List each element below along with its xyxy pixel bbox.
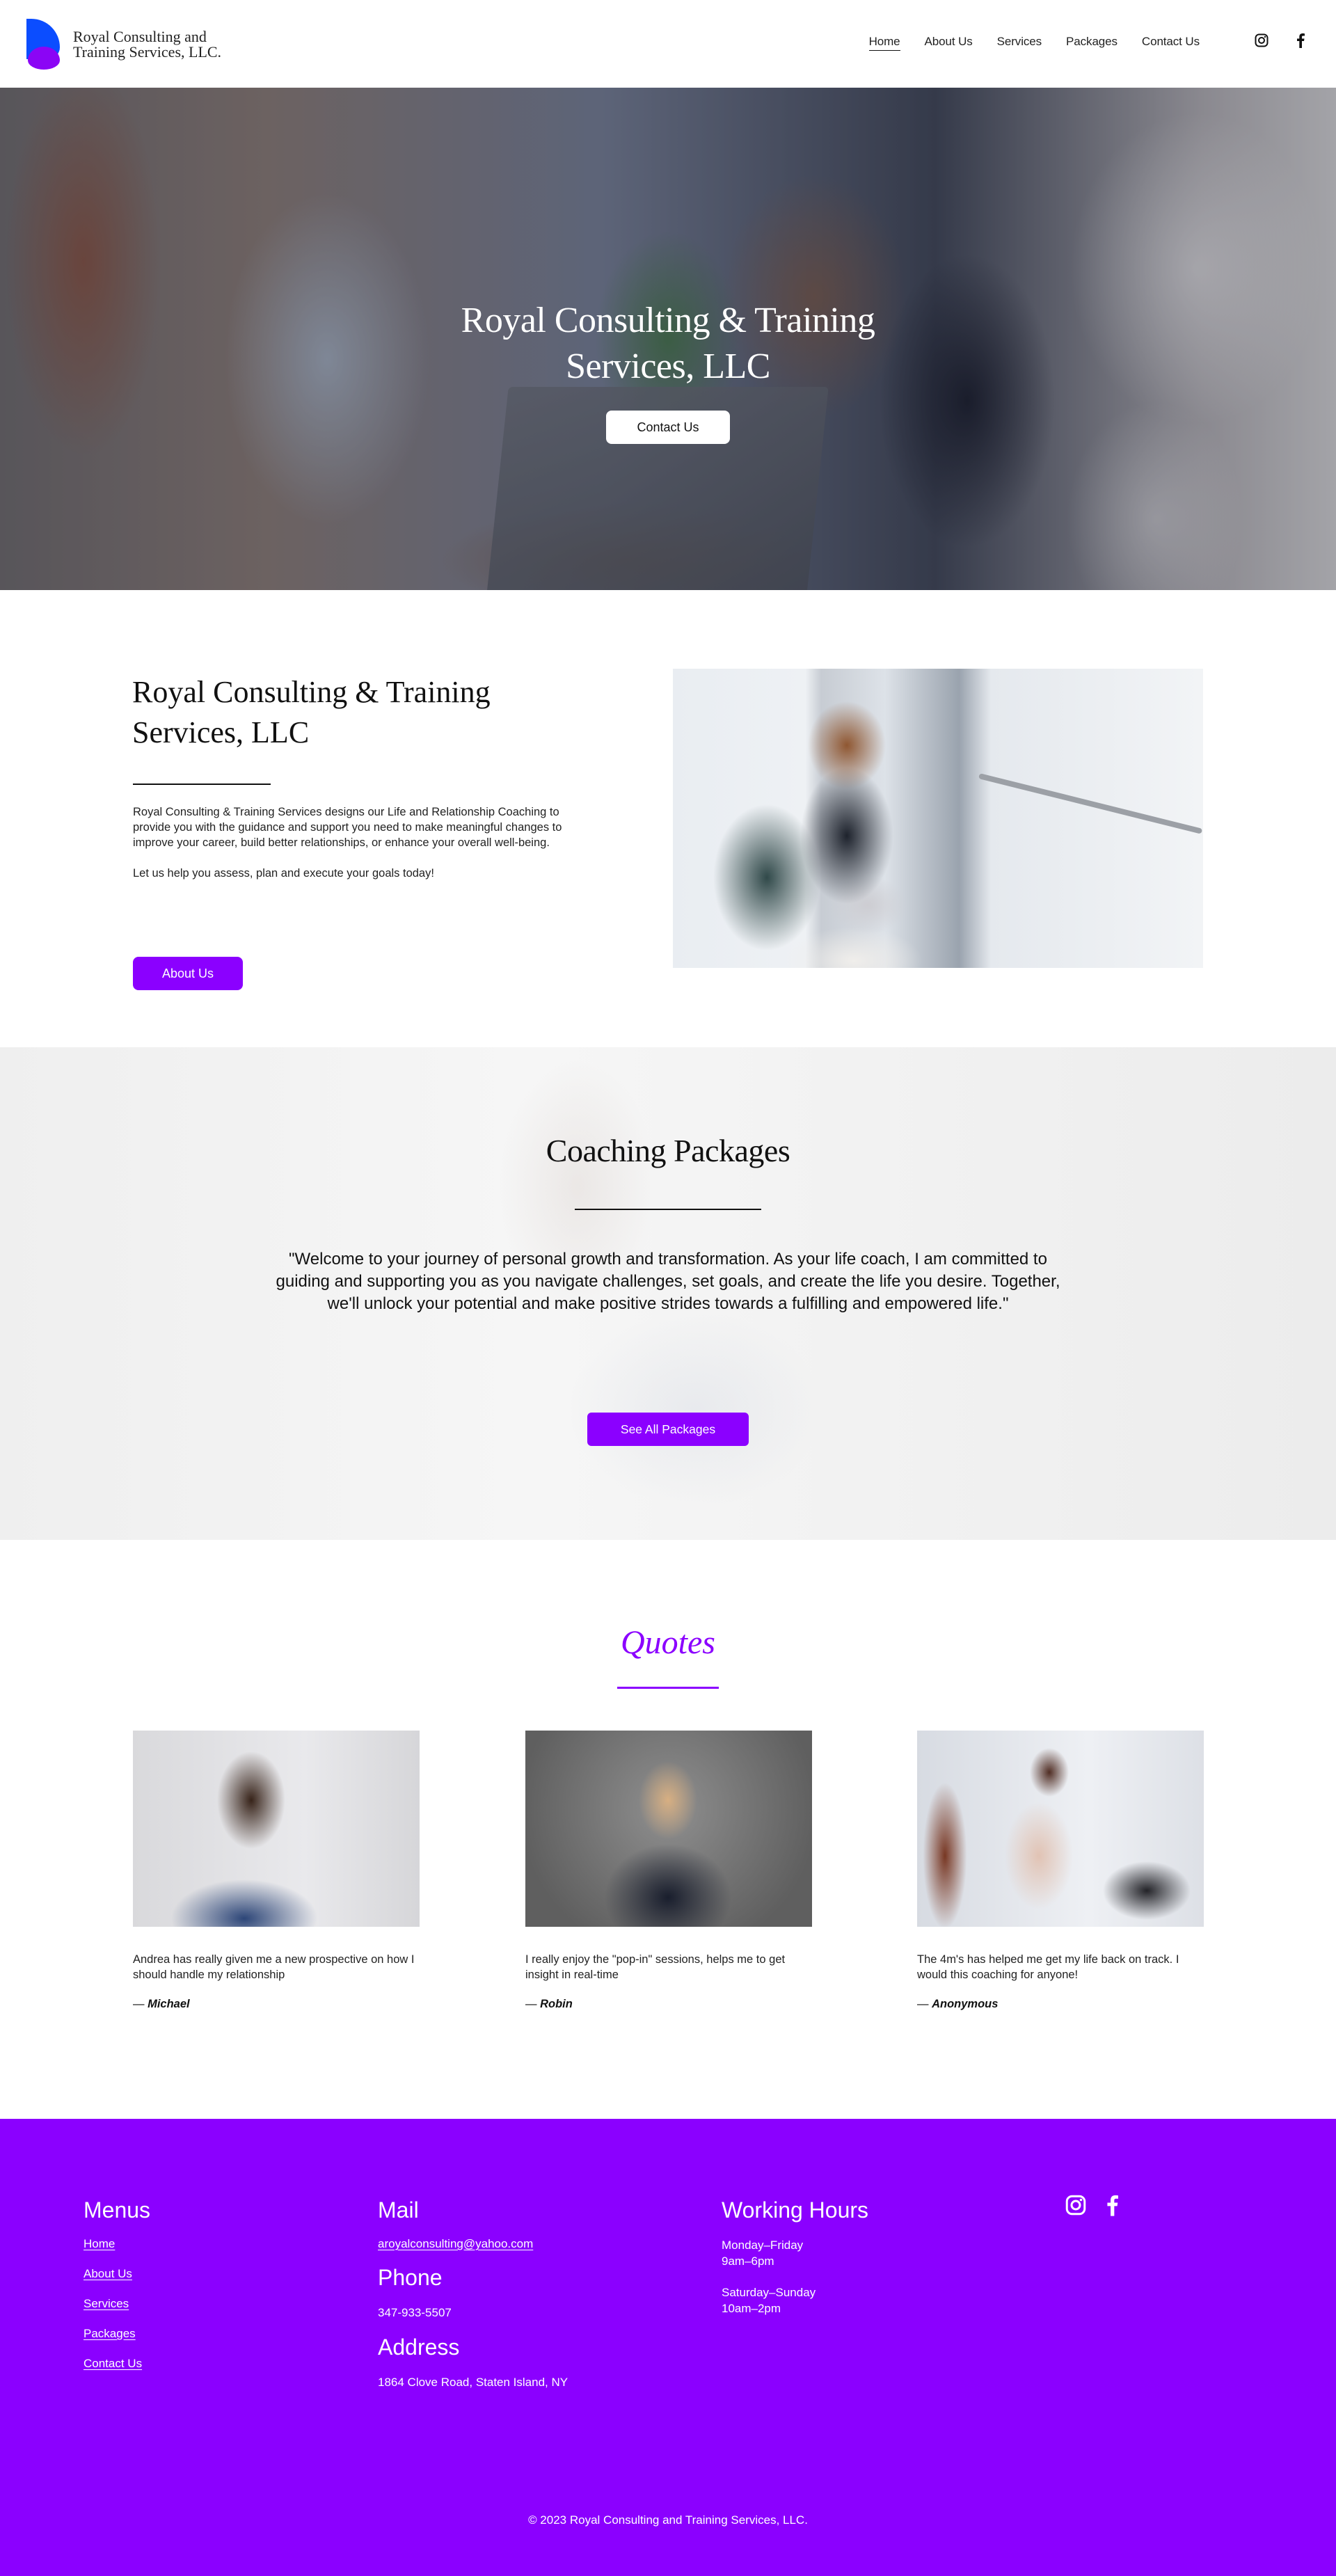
weekend-days: Saturday–Sunday (722, 2286, 816, 2299)
see-all-packages-button[interactable]: See All Packages (587, 1413, 749, 1446)
about-divider (133, 784, 271, 785)
testimonial-card: The 4m's has helped me get my life back … (917, 1731, 1204, 2011)
instagram-icon[interactable] (1065, 2193, 1087, 2217)
nav-home[interactable]: Home (868, 35, 900, 51)
testimonial-photo (525, 1731, 812, 1927)
main-nav: Home About Us Services Packages Contact … (845, 35, 1200, 51)
about-section: Royal Consulting & Training Services, LL… (0, 590, 1336, 1047)
hero-contact-button[interactable]: Contact Us (606, 411, 730, 444)
about-image (673, 669, 1203, 968)
footer-menus-heading: Menus (84, 2197, 151, 2223)
footer-phone-heading: Phone (378, 2265, 443, 2290)
footer-mail-heading: Mail (378, 2197, 419, 2223)
quotes-title: Quotes (621, 1624, 715, 1661)
quotes-divider (617, 1687, 719, 1689)
nav-packages[interactable]: Packages (1066, 35, 1118, 51)
coaching-title: Coaching Packages (546, 1133, 790, 1168)
logo-line-1: Royal Consulting and (73, 28, 207, 45)
footer-address-heading: Address (378, 2335, 460, 2360)
footer-link-packages[interactable]: Packages (84, 2327, 150, 2341)
footer-link-home[interactable]: Home (84, 2237, 150, 2251)
logo-mark-icon (26, 19, 68, 70)
footer-link-about-us[interactable]: About Us (84, 2267, 150, 2281)
about-paragraph: Let us help you assess, plan and execute… (133, 867, 434, 880)
testimonial-author: — Anonymous (917, 1998, 999, 2010)
footer-contact: Mail aroyalconsulting@yahoo.com Phone 34… (378, 2196, 568, 2390)
footer-link-contact-us[interactable]: Contact Us (84, 2357, 150, 2371)
quotes-section: Quotes Andrea has really given me a new … (0, 1540, 1336, 2119)
logo[interactable]: Royal Consulting and Training Services, … (26, 19, 221, 70)
footer-hours: Working Hours Monday–Friday 9am–6pm Satu… (722, 2196, 868, 2316)
coaching-quote: "Welcome to your journey of personal gro… (276, 1250, 1060, 1313)
weekday-hours: 9am–6pm (722, 2255, 774, 2268)
facebook-icon[interactable] (1105, 2193, 1119, 2217)
testimonial-photo (133, 1731, 420, 1927)
header-socials (1254, 32, 1308, 49)
instagram-icon[interactable] (1254, 32, 1269, 49)
site-footer: Menus Home About Us Services Packages Co… (0, 2119, 1336, 2576)
copyright: © 2023 Royal Consulting and Training Ser… (528, 2513, 808, 2527)
testimonial-card: I really enjoy the "pop-in" sessions, he… (525, 1731, 812, 2011)
facebook-icon[interactable] (1293, 32, 1308, 49)
coaching-divider (575, 1209, 761, 1210)
weekend-hours: 10am–2pm (722, 2302, 781, 2315)
footer-phone-number: 347-933-5507 (378, 2306, 452, 2319)
footer-menus: Menus Home About Us Services Packages Co… (84, 2196, 150, 2387)
about-body: Royal Consulting & Training Services des… (133, 804, 578, 881)
site-header: Royal Consulting and Training Services, … (0, 0, 1336, 88)
nav-services[interactable]: Services (997, 35, 1042, 51)
weekday-days: Monday–Friday (722, 2239, 804, 2252)
footer-email-link[interactable]: aroyalconsulting@yahoo.com (378, 2237, 568, 2251)
testimonial-text: I really enjoy the "pop-in" sessions, he… (525, 1953, 786, 1981)
hero-content: Royal Consulting & Training Services, LL… (0, 298, 1336, 444)
hero-section: Royal Consulting & Training Services, LL… (0, 88, 1336, 590)
coaching-packages-section: Coaching Packages "Welcome to your journ… (0, 1047, 1336, 1540)
logo-line-2: Training Services, LLC. (73, 43, 222, 61)
about-us-button[interactable]: About Us (133, 957, 243, 990)
nav-contact-us[interactable]: Contact Us (1142, 35, 1200, 51)
about-title: Royal Consulting & Training Services, LL… (132, 675, 491, 749)
footer-hours-heading: Working Hours (722, 2197, 869, 2223)
testimonial-author: — Robin (525, 1998, 573, 2010)
nav-about-us[interactable]: About Us (925, 35, 973, 51)
testimonial-text: The 4m's has helped me get my life back … (917, 1953, 1179, 1981)
logo-text: Royal Consulting and Training Services, … (73, 29, 221, 60)
hero-title: Royal Consulting & Training Services, LL… (461, 301, 875, 386)
testimonial-card: Andrea has really given me a new prospec… (133, 1731, 420, 2011)
footer-link-services[interactable]: Services (84, 2297, 150, 2311)
about-paragraph: Royal Consulting & Training Services des… (133, 806, 562, 849)
testimonial-author: — Michael (133, 1998, 190, 2010)
testimonial-text: Andrea has really given me a new prospec… (133, 1953, 415, 1981)
footer-address: 1864 Clove Road, Staten Island, NY (378, 2376, 568, 2389)
testimonial-photo (917, 1731, 1204, 1927)
footer-socials (1065, 2193, 1119, 2217)
